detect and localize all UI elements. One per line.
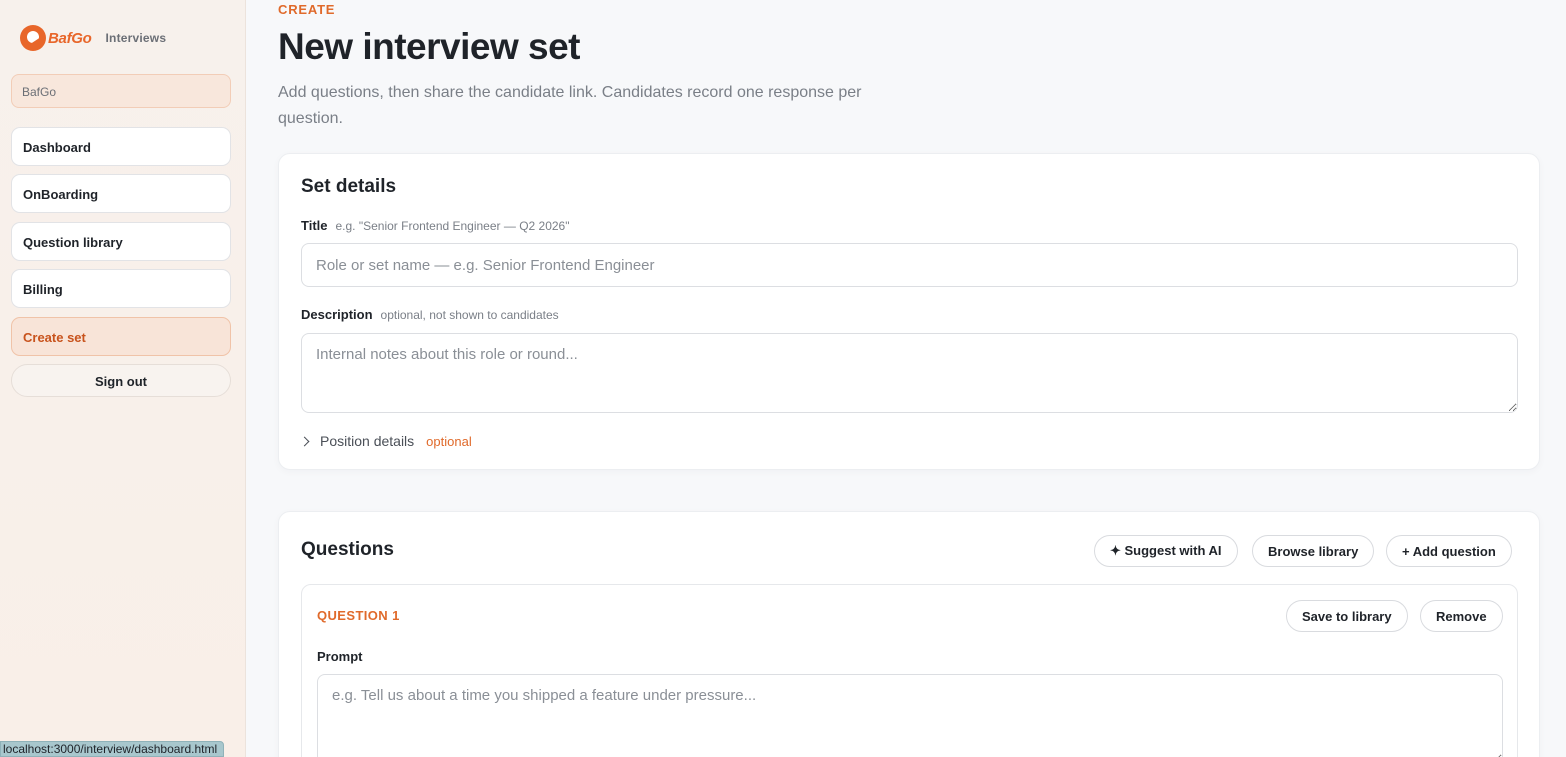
sidebar: BafGo Interviews BafGo Dashboard OnBoard… [0, 0, 246, 757]
page-eyebrow: CREATE [278, 2, 336, 17]
description-field-label: Description optional, not shown to candid… [301, 307, 559, 322]
prompt-textarea[interactable] [317, 674, 1503, 757]
browse-library-button[interactable]: Browse library [1252, 535, 1375, 567]
save-to-library-button[interactable]: Save to library [1286, 600, 1408, 632]
logo-text-a: Baf [48, 29, 72, 47]
set-details-card: Set details Title e.g. "Senior Frontend E… [278, 153, 1540, 470]
title-hint: e.g. "Senior Frontend Engineer — Q2 2026… [335, 219, 570, 233]
position-optional-tag: optional [426, 433, 472, 449]
nav-item-billing[interactable]: Billing [11, 269, 231, 308]
prompt-label: Prompt [317, 649, 363, 664]
nav-item-onboarding[interactable]: OnBoarding [11, 174, 231, 213]
question-item: QUESTION 1 Save to library Remove Prompt [301, 584, 1518, 757]
question-number-label: QUESTION 1 [317, 608, 400, 623]
brand[interactable]: BafGo Interviews [20, 24, 166, 52]
title-field-label: Title e.g. "Senior Frontend Engineer — Q2… [301, 218, 570, 233]
position-details-toggle[interactable]: Position details optional [299, 433, 472, 449]
app-name: Interviews [105, 31, 167, 45]
remove-question-button[interactable]: Remove [1420, 600, 1503, 632]
logo-text: BafGo [48, 30, 92, 47]
status-bar-url: localhost:3000/interview/dashboard.html [0, 741, 225, 757]
page-title: New interview set [278, 26, 581, 67]
position-details-label: Position details [320, 433, 415, 449]
title-input[interactable] [301, 243, 1518, 287]
questions-card: Questions ✦ Suggest with AI Browse libra… [278, 511, 1540, 757]
sign-out-button[interactable]: Sign out [11, 364, 231, 397]
suggest-ai-button[interactable]: ✦ Suggest with AI [1094, 535, 1238, 567]
logo-text-b: Go [71, 29, 92, 47]
page-subtitle: Add questions, then share the candidate … [278, 84, 862, 127]
nav-item-dashboard[interactable]: Dashboard [11, 127, 231, 166]
add-question-button[interactable]: + Add question [1386, 535, 1512, 567]
chevron-right-icon [299, 436, 310, 446]
questions-title: Questions [301, 539, 394, 560]
org-selector[interactable]: BafGo [11, 74, 231, 108]
description-label: Description [301, 307, 373, 322]
nav-item-question-library[interactable]: Question library [11, 222, 231, 261]
nav-item-create-set[interactable]: Create set [11, 317, 231, 356]
set-details-title: Set details [301, 176, 397, 197]
logo-icon [20, 25, 46, 51]
title-label: Title [301, 218, 328, 233]
description-textarea[interactable] [301, 333, 1518, 413]
description-hint: optional, not shown to candidates [380, 308, 559, 322]
